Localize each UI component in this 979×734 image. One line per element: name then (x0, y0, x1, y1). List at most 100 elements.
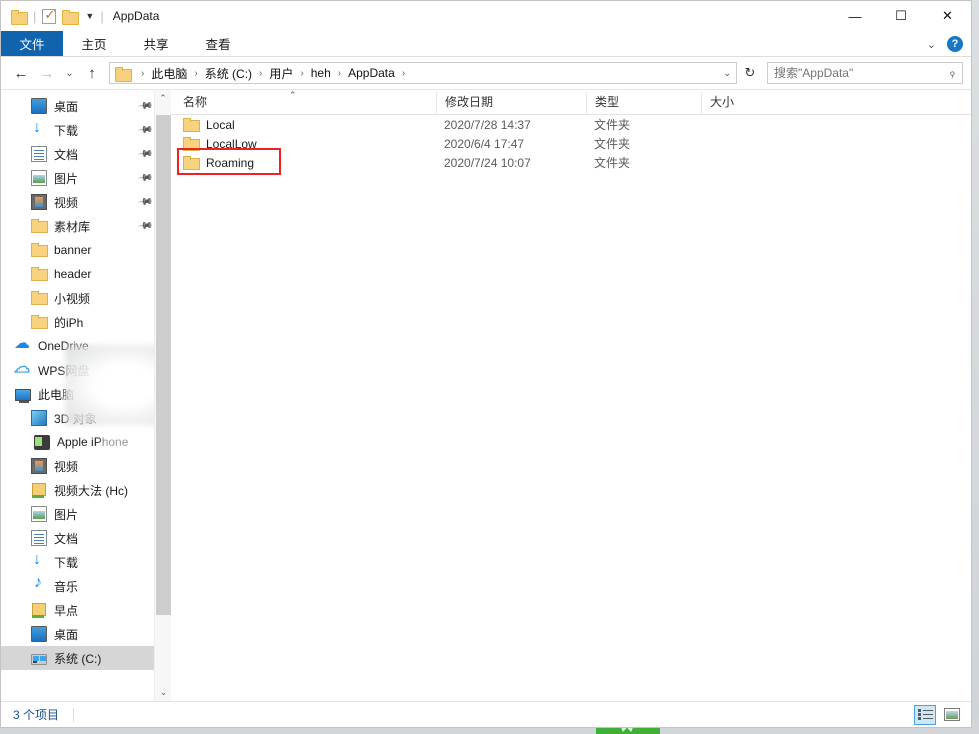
file-modified-cell: 2020/7/28 14:37 (436, 118, 586, 132)
folder-icon (183, 117, 199, 133)
sidebar-item-21[interactable]: 早点 (1, 598, 171, 622)
sidebar-item-15[interactable]: 视频 (1, 454, 171, 478)
sidebar-item-8[interactable]: 小视频 (1, 286, 171, 310)
sidebar-item-3[interactable]: 图片📌 (1, 166, 171, 190)
table-row[interactable]: LocalLow2020/6/4 17:47文件夹 (171, 134, 971, 153)
download-icon (31, 554, 47, 570)
title-bar: | ▼ | AppData — ☐ ✕ (1, 1, 971, 31)
drive-yellow-icon (31, 482, 47, 498)
file-name-cell[interactable]: Local (171, 117, 436, 133)
sidebar-item-5[interactable]: 素材库📌 (1, 214, 171, 238)
file-name-cell[interactable]: Roaming (171, 155, 436, 171)
breadcrumb-item-heh[interactable]: heh (309, 66, 333, 80)
properties-icon[interactable] (42, 9, 56, 24)
column-header-0[interactable]: 名称 (171, 92, 436, 114)
sidebar-item-9[interactable]: 的iPh (1, 310, 171, 334)
status-bar: 3 个项目 (1, 701, 971, 727)
sidebar-item-18[interactable]: 文档 (1, 526, 171, 550)
tab-home[interactable]: 主页 (63, 31, 125, 56)
pin-icon[interactable]: 📌 (136, 146, 153, 162)
explorer-body: 桌面📌下载📌文档📌图片📌视频📌素材库📌bannerheader小视频的iPhOn… (1, 89, 971, 701)
quick-access-toolbar: | ▼ | (11, 9, 104, 24)
table-row[interactable]: Roaming2020/7/24 10:07文件夹 (171, 153, 971, 172)
maximize-button[interactable]: ☐ (878, 1, 924, 31)
sidebar-item-1[interactable]: 下载📌 (1, 118, 171, 142)
status-divider (73, 708, 74, 722)
new-folder-icon[interactable] (62, 10, 78, 23)
file-name-cell[interactable]: LocalLow (171, 136, 436, 152)
breadcrumb-separator: › (254, 68, 267, 79)
search-box[interactable]: ⌕ (767, 62, 963, 84)
tab-view[interactable]: 查看 (187, 31, 249, 56)
sidebar-item-20[interactable]: 音乐 (1, 574, 171, 598)
file-type-cell: 文件夹 (586, 116, 701, 133)
breadcrumb[interactable]: › 此电脑 › 系统 (C:) › 用户 › heh › AppData › ⌄ (109, 62, 737, 84)
sidebar-item-11[interactable]: WPS网盘 (1, 358, 171, 382)
file-type-cell: 文件夹 (586, 135, 701, 152)
minimize-button[interactable]: — (832, 1, 878, 31)
scrollbar-thumb[interactable] (156, 115, 171, 615)
chevron-down-icon[interactable]: ⌄ (723, 68, 731, 79)
search-input[interactable] (774, 66, 949, 80)
sidebar-item-23[interactable]: 系统 (C:) (1, 646, 171, 670)
breadcrumb-item-system-c[interactable]: 系统 (C:) (203, 65, 254, 82)
pin-icon[interactable]: 📌 (136, 122, 153, 138)
sidebar-item-17[interactable]: 图片 (1, 502, 171, 526)
up-button[interactable]: ↑ (80, 61, 104, 85)
large-icons-view-button[interactable] (941, 705, 963, 725)
table-row[interactable]: Local2020/7/28 14:37文件夹 (171, 115, 971, 134)
sidebar-item-0[interactable]: 桌面📌 (1, 94, 171, 118)
chevron-down-icon[interactable]: ⌄ (927, 38, 936, 51)
qat-divider-2: | (100, 9, 103, 24)
sidebar-scrollbar[interactable]: ⌃ ⌄ (154, 90, 171, 701)
forward-button[interactable]: → (35, 61, 59, 85)
file-name-label: LocalLow (206, 137, 257, 151)
sidebar-item-2[interactable]: 文档📌 (1, 142, 171, 166)
sidebar-item-16[interactable]: 视频大法 (Hc) (1, 478, 171, 502)
sidebar-item-19[interactable]: 下载 (1, 550, 171, 574)
sidebar-item-13[interactable]: 3D 对象 (1, 406, 171, 430)
sidebar-item-6[interactable]: banner (1, 238, 171, 262)
help-icon[interactable]: ? (947, 36, 963, 52)
pin-icon[interactable]: 📌 (136, 218, 153, 234)
close-button[interactable]: ✕ (924, 1, 971, 31)
back-button[interactable]: ← (9, 61, 33, 85)
tab-file[interactable]: 文件 (1, 31, 63, 56)
tab-share[interactable]: 共享 (125, 31, 187, 56)
sort-ascending-icon[interactable]: ⌃ (289, 90, 297, 101)
pin-icon[interactable]: 📌 (136, 170, 153, 186)
sidebar-item-label: banner (54, 243, 91, 257)
breadcrumb-item-users[interactable]: 用户 (267, 65, 295, 82)
folder-icon (31, 218, 47, 234)
sidebar-item-label: 视频大法 (Hc) (54, 482, 128, 499)
pin-icon[interactable]: 📌 (136, 98, 153, 114)
column-header-3[interactable]: 大小 (701, 92, 771, 114)
sidebar-item-14[interactable]: Apple iPhone (1, 430, 171, 454)
scroll-up-icon[interactable]: ⌃ (155, 90, 171, 107)
sidebar-item-7[interactable]: header (1, 262, 171, 286)
sidebar-item-22[interactable]: 桌面 (1, 622, 171, 646)
folder-icon (183, 155, 199, 171)
column-header-1[interactable]: 修改日期 (436, 92, 586, 114)
breadcrumb-separator: › (136, 68, 149, 79)
details-view-button[interactable] (914, 705, 936, 725)
sidebar-item-4[interactable]: 视频📌 (1, 190, 171, 214)
qat-divider-1: | (33, 9, 36, 24)
column-header-2[interactable]: 类型 (586, 92, 701, 114)
sidebar-item-10[interactable]: OneDrive (1, 334, 171, 358)
onedrive-icon (15, 338, 31, 354)
large-icons-view-icon (944, 708, 960, 721)
breadcrumb-item-this-pc[interactable]: 此电脑 (149, 65, 189, 82)
folder-icon (31, 266, 47, 282)
sidebar-item-12[interactable]: 此电脑 (1, 382, 171, 406)
folder-icon[interactable] (11, 10, 27, 23)
sidebar-item-label: 早点 (54, 602, 78, 619)
download-icon (31, 122, 47, 138)
pin-icon[interactable]: 📌 (136, 194, 153, 210)
recent-locations-icon[interactable]: ⌄ (61, 61, 78, 85)
sidebar-item-label: 文档 (54, 530, 78, 547)
chevron-down-icon[interactable]: ▼ (85, 11, 94, 21)
refresh-button[interactable]: ↻ (739, 65, 761, 81)
scroll-down-icon[interactable]: ⌄ (155, 684, 171, 701)
breadcrumb-item-appdata[interactable]: AppData (346, 66, 397, 80)
